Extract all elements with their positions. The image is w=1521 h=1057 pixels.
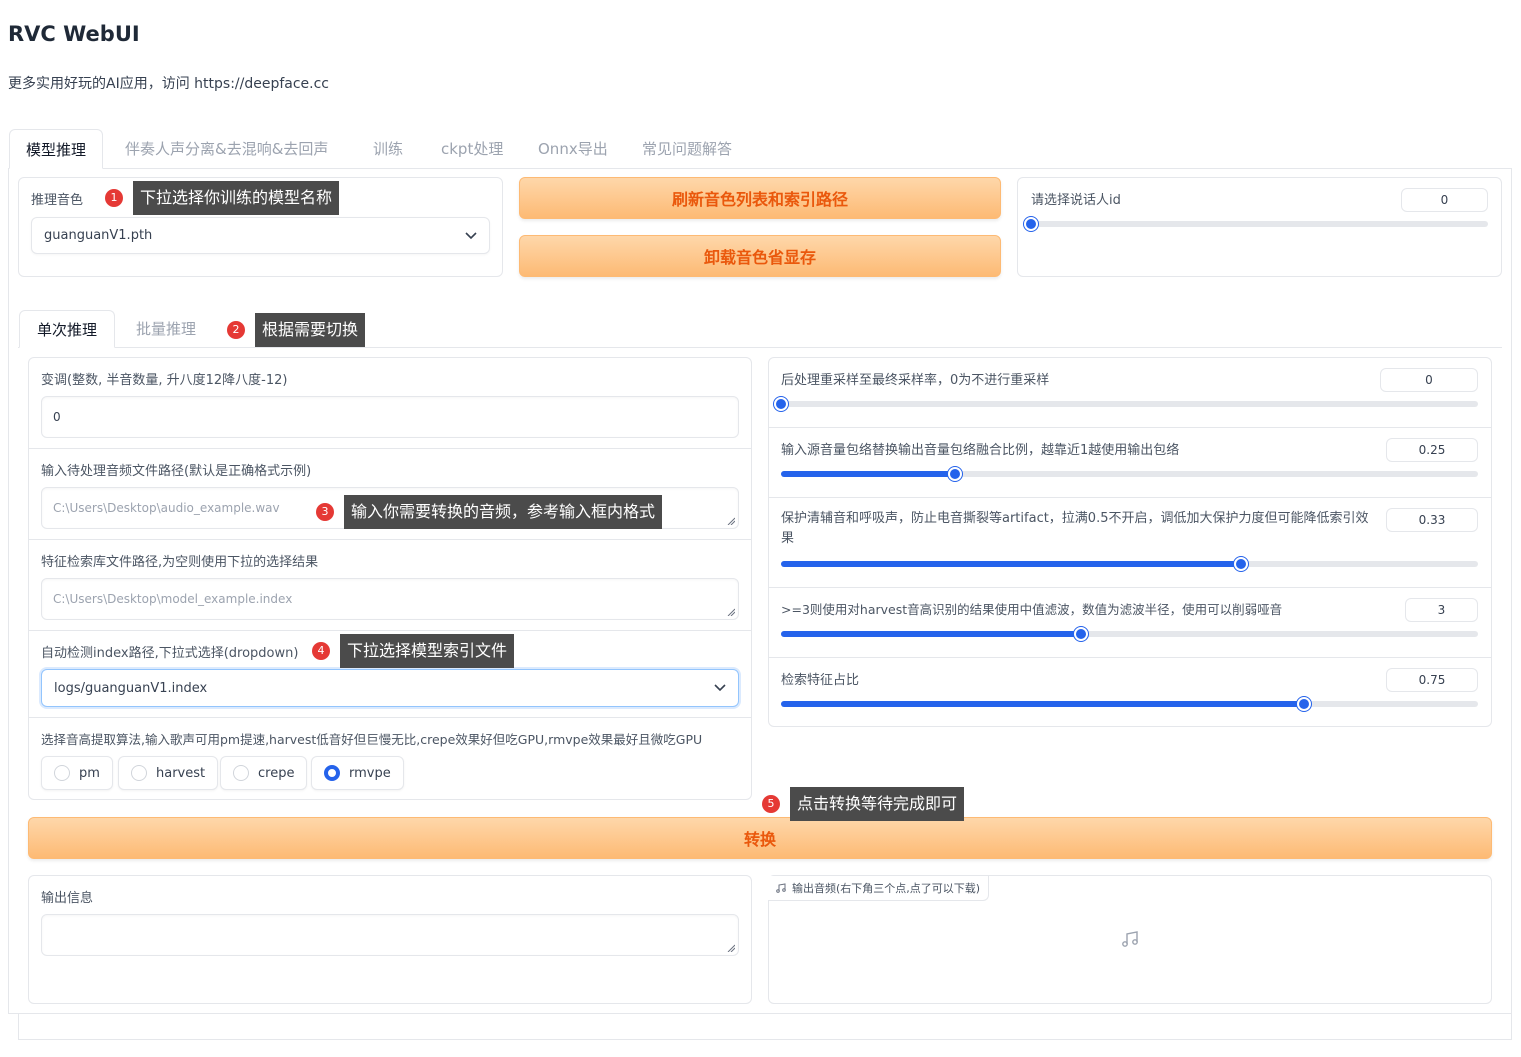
slider-thumb[interactable] [948,467,962,481]
tab-model-inference[interactable]: 模型推理 [9,129,104,169]
input-path-label: 输入待处理音频文件路径(默认是正确格式示例) [41,464,312,479]
radio-label: harvest [156,765,206,781]
protect-label: 保护清辅音和呼吸声，防止电音撕裂等artifact，拉满0.5不开启，调低加大保… [781,511,1369,546]
resize-handle-icon[interactable] [727,944,735,952]
app-subtitle: 更多实用好玩的AI应用，访问 https://deepface.cc [8,76,330,92]
radio-label: crepe [258,765,295,781]
voice-dropdown-value: guanguanV1.pth [44,228,153,243]
tab-ckpt[interactable]: ckpt处理 [425,129,519,169]
callout-badge-5: 5 [762,795,780,813]
resample-label: 后处理重采样至最终采样率，0为不进行重采样 [781,373,1050,388]
auto-index-value: logs/guanguanV1.index [54,680,208,696]
convert-button[interactable]: 转换 [28,817,1492,859]
tab-onnx-export[interactable]: Onnx导出 [522,129,624,169]
slider-fill [781,561,1241,567]
radio-circle [131,765,147,781]
transpose-input[interactable]: 0 [41,396,739,438]
output-info-label: 输出信息 [41,891,94,906]
tab-faq[interactable]: 常见问题解答 [626,129,748,169]
index-rate-slider[interactable] [781,697,1478,711]
callout-badge-1: 1 [105,189,123,207]
divider [769,497,1491,498]
voice-dropdown[interactable]: guanguanV1.pth [31,217,490,254]
refresh-voice-button[interactable]: 刷新音色列表和索引路径 [519,177,1001,219]
slider-thumb[interactable] [1024,217,1038,231]
resize-handle-icon[interactable] [727,517,735,525]
output-audio-label: 输出音频(右下角三个点,点了可以下载) [792,882,981,895]
radio-pm[interactable]: pm [41,756,113,790]
app-title: RVC WebUI [8,22,140,46]
filter-radius-label: >=3则使用对harvest音高识别的结果使用中值滤波，数值为滤波半径，使用可以… [781,602,1283,617]
tab-batch-inference[interactable]: 批量推理 [119,310,213,348]
index-path-placeholder: C:\Users\Desktop\model_example.index [53,592,293,606]
output-audio-label-tag: 输出音频(右下角三个点,点了可以下载) [768,876,990,901]
divider [29,539,751,540]
transpose-label: 变调(整数, 半音数量, 升八度12降八度-12) [41,373,288,388]
resample-slider[interactable] [774,397,1478,411]
radio-crepe[interactable]: crepe [220,756,308,790]
radio-circle [54,765,70,781]
protect-input[interactable]: 0.33 [1386,508,1478,532]
callout-text-2: 根据需要切换 [255,313,366,347]
speaker-id-label: 请选择说话人id [1031,193,1121,208]
callout-text-3: 输入你需要转换的音频，参考输入框内格式 [344,495,663,529]
callout-text-4: 下拉选择模型索引文件 [340,634,515,668]
music-note-icon [1122,931,1138,947]
tab-panel-frame-bottom [18,1014,1512,1040]
slider-fill [781,471,955,477]
callout-badge-4: 4 [312,642,330,660]
tab-single-inference[interactable]: 单次推理 [19,310,116,348]
index-path-label: 特征检索库文件路径,为空则使用下拉的选择结果 [41,555,319,570]
tab-train[interactable]: 训练 [357,129,419,169]
resize-handle-icon[interactable] [727,608,735,616]
protect-slider[interactable] [781,557,1478,571]
callout-badge-3: 3 [316,503,334,521]
resample-input[interactable]: 0 [1380,368,1478,392]
radio-circle [324,765,340,781]
index-rate-input[interactable]: 0.75 [1386,668,1478,692]
subtab-divider [18,347,1502,348]
radio-rmvpe[interactable]: rmvpe [311,756,404,790]
radio-harvest[interactable]: harvest [118,756,219,790]
slider-thumb[interactable] [774,397,788,411]
callout-text-5: 点击转换等待完成即可 [790,787,965,821]
auto-index-dropdown[interactable]: logs/guanguanV1.index [41,669,739,707]
chevron-down-icon [714,684,726,692]
callout-badge-2: 2 [227,321,245,339]
rms-mix-label: 输入源音量包络替换输出音量包络融合比例，越靠近1越使用输出包络 [781,443,1180,458]
divider [769,427,1491,428]
divider [29,448,751,449]
divider [29,630,751,631]
speaker-id-input[interactable]: 0 [1401,188,1488,212]
index-path-field[interactable]: C:\Users\Desktop\model_example.index [41,578,739,620]
filter-radius-input[interactable]: 3 [1405,598,1478,622]
auto-index-label: 自动检测index路径,下拉式选择(dropdown) [41,646,299,661]
output-info-field[interactable] [41,914,739,956]
voice-label: 推理音色 [31,193,84,208]
callout-text-1: 下拉选择你训练的模型名称 [133,181,340,215]
rms-mix-slider[interactable] [781,467,1478,481]
speaker-id-slider[interactable] [1024,217,1488,231]
slider-thumb[interactable] [1074,627,1088,641]
slider-thumb[interactable] [1297,697,1311,711]
radio-label: pm [79,765,100,781]
unload-voice-button[interactable]: 卸载音色省显存 [519,235,1001,277]
input-path-placeholder: C:\Users\Desktop\audio_example.wav [53,501,280,515]
radio-circle [233,765,249,781]
slider-thumb[interactable] [1234,557,1248,571]
rms-mix-input[interactable]: 0.25 [1386,438,1478,462]
divider [769,587,1491,588]
divider [769,657,1491,658]
slider-fill [781,701,1304,707]
tab-vocal-separation[interactable]: 伴奏人声分离&去混响&去回声 [109,129,344,169]
index-rate-label: 检索特征占比 [781,673,860,688]
music-note-icon [776,883,786,893]
divider [29,717,751,718]
radio-label: rmvpe [349,765,391,781]
chevron-down-icon [465,231,477,239]
slider-fill [781,631,1081,637]
filter-radius-slider[interactable] [781,627,1478,641]
f0-method-label: 选择音高提取算法,输入歌声可用pm提速,harvest低音好但巨慢无比,crep… [41,732,703,747]
